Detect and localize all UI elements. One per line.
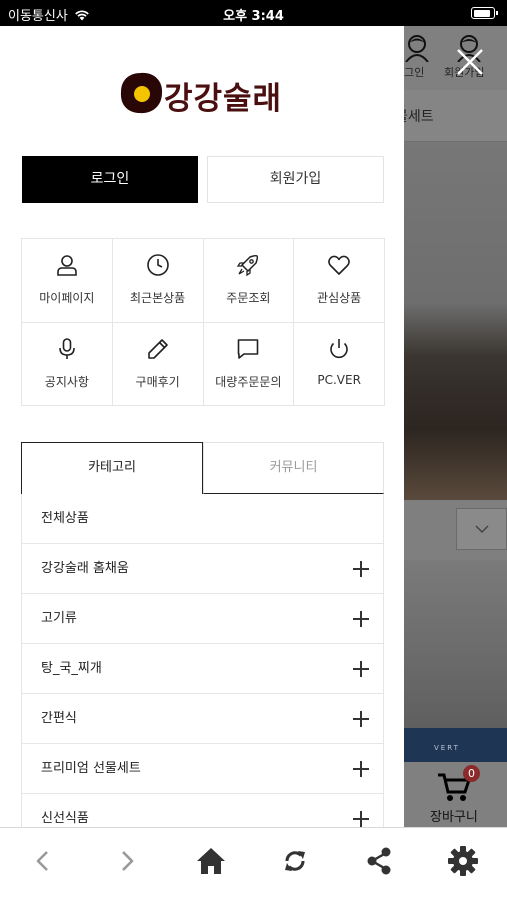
chevron-down-icon (456, 508, 507, 550)
plus-icon[interactable] (353, 711, 369, 727)
chat-icon (238, 338, 259, 359)
quick-menu-review[interactable]: 구매후기 (112, 322, 204, 406)
category-label: 강강술래 홈채움 (41, 561, 129, 576)
quick-menu-label: 공지사항 (44, 374, 89, 389)
brand-logo[interactable]: 강강술래 (118, 71, 288, 121)
background-banner: VERT (404, 728, 507, 762)
egg-logo-icon (120, 72, 163, 114)
background-login-label: 로그인 (404, 66, 425, 79)
background-product-photo-2 (404, 562, 507, 728)
login-button[interactable]: 로그인 (22, 156, 198, 203)
category-item[interactable]: 강강술래 홈채움 (22, 544, 383, 594)
quick-menu-label: 최근본상품 (130, 291, 186, 305)
quick-menu-label: 대량주문문의 (215, 374, 282, 389)
background-dropdown (404, 500, 507, 560)
battery-icon (471, 7, 498, 19)
quick-menu-label: 구매후기 (135, 374, 180, 389)
forward-icon[interactable] (110, 844, 144, 878)
microphone-icon (59, 337, 75, 359)
background-product-photo (404, 142, 507, 500)
power-icon (330, 338, 348, 358)
category-item[interactable]: 프리미엄 선물세트 (22, 744, 383, 794)
user-icon (57, 255, 77, 276)
background-subtitle: 물세트 (404, 109, 434, 125)
bottom-toolbar (0, 827, 507, 900)
plus-icon[interactable] (353, 661, 369, 677)
category-item[interactable]: 전체상품 (22, 494, 383, 544)
tab-category[interactable]: 카테고리 (21, 442, 203, 494)
quick-menu-label: 마이페이지 (39, 291, 95, 305)
quick-menu-label: PC.VER (317, 372, 361, 387)
plus-icon[interactable] (353, 811, 369, 827)
category-label: 간편식 (41, 711, 77, 726)
quick-menu-pc-version[interactable]: PC.VER (294, 322, 385, 406)
plus-icon[interactable] (353, 611, 369, 627)
category-label: 고기류 (41, 611, 77, 626)
category-item[interactable]: 간편식 (22, 694, 383, 744)
clock: 오후 3:44 (223, 9, 284, 24)
background-subtitle-bar: 물세트 (404, 90, 507, 142)
quick-menu-label: 관심상품 (317, 291, 362, 305)
category-tabs: 카테고리 커뮤니티 (21, 442, 384, 494)
battery-fill (473, 9, 490, 17)
category-label: 탕_국_찌개 (41, 661, 102, 676)
background-page: 로그인 회원가입 물세트 VERT 0 장바구니 (404, 26, 507, 827)
category-label: 전체상품 (41, 511, 89, 526)
refresh-icon[interactable] (278, 844, 312, 878)
category-label: 신선식품 (41, 811, 89, 826)
pencil-icon (147, 338, 168, 359)
login-avatar-icon (405, 35, 429, 62)
cart-label: 장바구니 (430, 810, 478, 825)
category-item[interactable]: 신선식품 (22, 794, 383, 827)
quick-menu-order[interactable]: 주문조회 (203, 239, 295, 323)
share-icon[interactable] (362, 844, 396, 878)
quick-menu-mypage[interactable]: 마이페이지 (22, 239, 113, 323)
category-list: 전체상품 강강술래 홈채움 고기류 탕_국_찌개 간편식 프리미엄 선물세트 신… (21, 494, 384, 827)
heart-icon (328, 255, 350, 275)
category-item[interactable]: 탕_국_찌개 (22, 644, 383, 694)
background-cart: 0 장바구니 (404, 762, 507, 827)
settings-icon[interactable] (446, 844, 480, 878)
cart-count-badge: 0 (463, 765, 480, 782)
clock-icon (146, 254, 169, 276)
quick-menu-notice[interactable]: 공지사항 (22, 322, 113, 406)
quick-menu-grid: 마이페이지 최근본상품 주문조회 관심상품 공지사항 구매후기 대량주문문의 P… (21, 238, 385, 406)
back-icon[interactable] (26, 844, 60, 878)
quick-menu-bulk-order[interactable]: 대량주문문의 (203, 322, 295, 406)
tab-community[interactable]: 커뮤니티 (203, 442, 384, 494)
status-bar: 이동통신사 오후 3:44 (0, 0, 507, 26)
home-icon[interactable] (194, 844, 228, 878)
plus-icon[interactable] (353, 761, 369, 777)
quick-menu-label: 주문조회 (226, 291, 271, 305)
logo-text: 강강술래 (164, 81, 283, 117)
plus-icon[interactable] (353, 561, 369, 577)
side-drawer: 강강술래 로그인 회원가입 마이페이지 최근본상품 주문조회 관심상품 공지사항… (0, 26, 404, 827)
category-label: 프리미엄 선물세트 (41, 761, 141, 776)
close-icon[interactable] (452, 44, 488, 80)
quick-menu-wishlist[interactable]: 관심상품 (294, 239, 385, 323)
quick-menu-recent[interactable]: 최근본상품 (112, 239, 204, 323)
category-item[interactable]: 고기류 (22, 594, 383, 644)
join-button[interactable]: 회원가입 (207, 156, 384, 203)
rocket-icon (237, 254, 259, 277)
